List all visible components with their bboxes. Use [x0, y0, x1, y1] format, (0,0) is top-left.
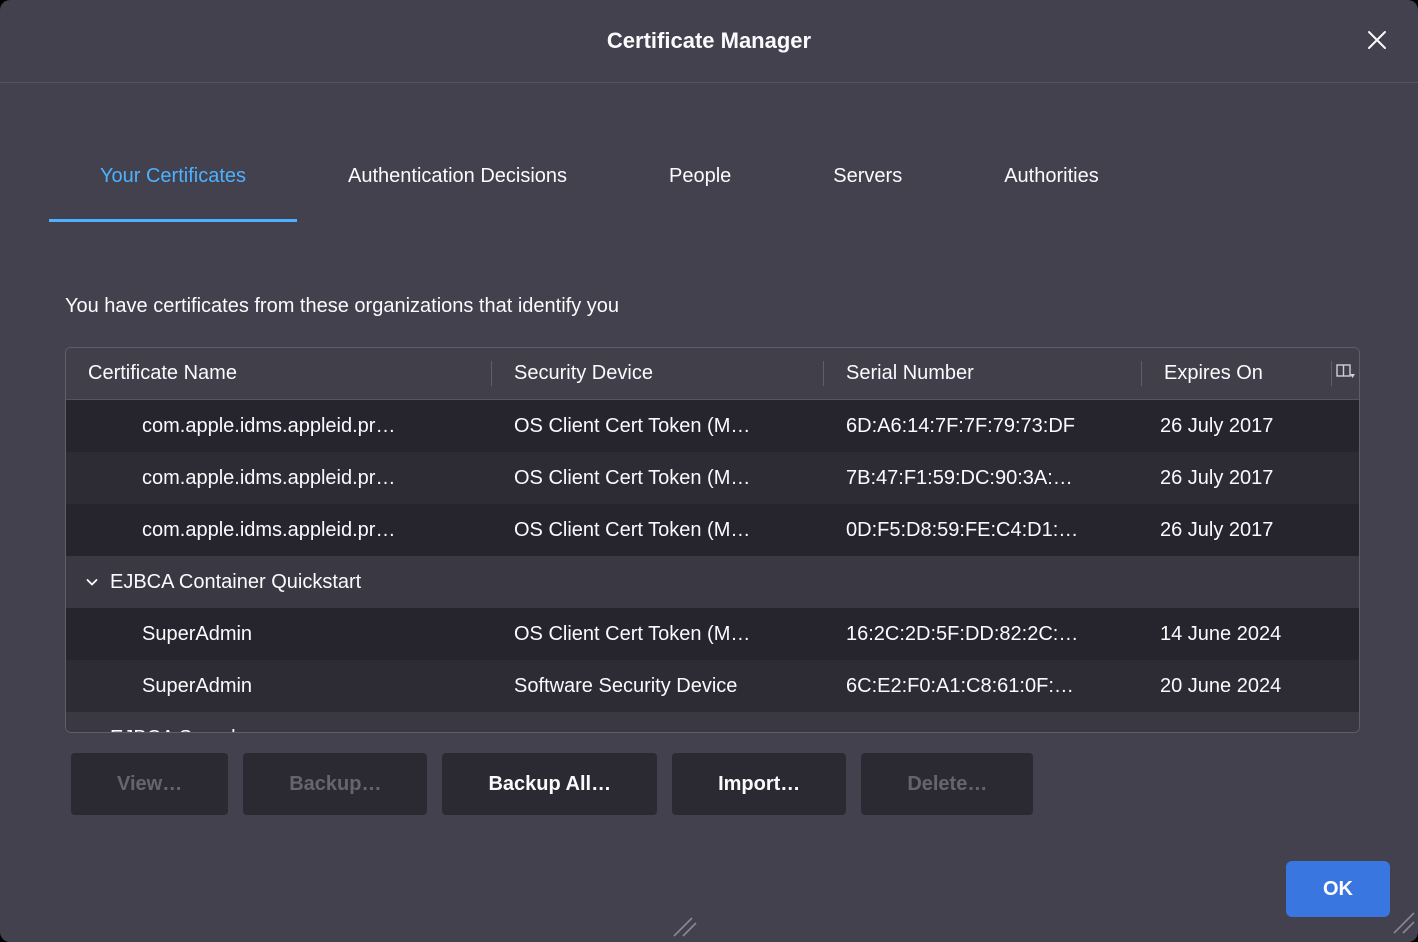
device-cell: OS Client Cert Token (M…	[492, 519, 824, 542]
table-body: com.apple.idms.appleid.pr…OS Client Cert…	[66, 400, 1359, 733]
serial-cell: 6D:A6:14:7F:7F:79:73:DF	[824, 415, 1142, 438]
title-bar: Certificate Manager	[0, 0, 1418, 83]
serial-cell: 6C:E2:F0:A1:C8:61:0F:…	[824, 675, 1142, 698]
device-cell: OS Client Cert Token (M…	[492, 623, 824, 646]
chevron-down-icon	[84, 730, 100, 733]
name-cell: SuperAdmin	[66, 623, 492, 646]
backup-all-button[interactable]: Backup All…	[442, 753, 657, 815]
resize-grip[interactable]	[1390, 909, 1416, 940]
delete-button: Delete…	[861, 753, 1033, 815]
action-button-row: View…Backup…Backup All…Import…Delete…	[71, 753, 1033, 815]
serial-cell: 0D:F5:D8:59:FE:C4:D1:…	[824, 519, 1142, 542]
tab-authorities[interactable]: Authorities	[953, 134, 1150, 222]
column-header-expires-on[interactable]: Expires On	[1142, 348, 1332, 399]
name-cell: com.apple.idms.appleid.pr…	[66, 467, 492, 490]
expires-cell: 26 July 2017	[1142, 519, 1332, 542]
dialog-title: Certificate Manager	[607, 28, 811, 54]
certificate-manager-dialog: { "window": { "title": "Certificate Mana…	[0, 0, 1418, 942]
tab-your-certificates[interactable]: Your Certificates	[49, 134, 297, 222]
device-cell: OS Client Cert Token (M…	[492, 467, 824, 490]
group-label: EJBCA Sample	[110, 727, 247, 734]
table-row[interactable]: SuperAdminSoftware Security Device6C:E2:…	[66, 660, 1359, 712]
device-cell: OS Client Cert Token (M…	[492, 415, 824, 438]
close-button[interactable]	[1360, 24, 1394, 58]
close-icon	[1365, 28, 1389, 55]
expires-cell: 20 June 2024	[1142, 675, 1332, 698]
column-picker-button[interactable]	[1332, 348, 1359, 399]
device-cell: Software Security Device	[492, 675, 824, 698]
group-row[interactable]: EJBCA Container Quickstart	[66, 556, 1359, 608]
resize-grip[interactable]	[672, 917, 698, 942]
tab-bar: Your CertificatesAuthentication Decision…	[49, 134, 1398, 222]
column-header-security-device[interactable]: Security Device	[492, 348, 824, 399]
column-header-certificate-name[interactable]: Certificate Name	[66, 348, 492, 399]
expires-cell: 26 July 2017	[1142, 467, 1332, 490]
table-row[interactable]: SuperAdminOS Client Cert Token (M…16:2C:…	[66, 608, 1359, 660]
view-button: View…	[71, 753, 228, 815]
table-row[interactable]: com.apple.idms.appleid.pr…OS Client Cert…	[66, 504, 1359, 556]
name-cell: SuperAdmin	[66, 675, 492, 698]
certificate-table: Certificate Name Security Device Serial …	[65, 347, 1360, 733]
tab-servers[interactable]: Servers	[782, 134, 953, 222]
expires-cell: 14 June 2024	[1142, 623, 1332, 646]
backup-button: Backup…	[243, 753, 427, 815]
chevron-down-icon	[84, 574, 100, 590]
group-label: EJBCA Container Quickstart	[110, 571, 361, 594]
ok-button[interactable]: OK	[1286, 861, 1390, 917]
table-row[interactable]: com.apple.idms.appleid.pr…OS Client Cert…	[66, 452, 1359, 504]
tab-people[interactable]: People	[618, 134, 782, 222]
name-cell: com.apple.idms.appleid.pr…	[66, 415, 492, 438]
expires-cell: 26 July 2017	[1142, 415, 1332, 438]
serial-cell: 7B:47:F1:59:DC:90:3A:…	[824, 467, 1142, 490]
tab-authentication-decisions[interactable]: Authentication Decisions	[297, 134, 618, 222]
group-row[interactable]: EJBCA Sample	[66, 712, 1359, 733]
description-text: You have certificates from these organiz…	[65, 295, 619, 318]
import-button[interactable]: Import…	[672, 753, 846, 815]
column-header-serial-number[interactable]: Serial Number	[824, 348, 1142, 399]
table-row[interactable]: com.apple.idms.appleid.pr…OS Client Cert…	[66, 400, 1359, 452]
serial-cell: 16:2C:2D:5F:DD:82:2C:…	[824, 623, 1142, 646]
column-picker-icon	[1336, 362, 1356, 385]
name-cell: com.apple.idms.appleid.pr…	[66, 519, 492, 542]
table-header: Certificate Name Security Device Serial …	[66, 348, 1359, 400]
